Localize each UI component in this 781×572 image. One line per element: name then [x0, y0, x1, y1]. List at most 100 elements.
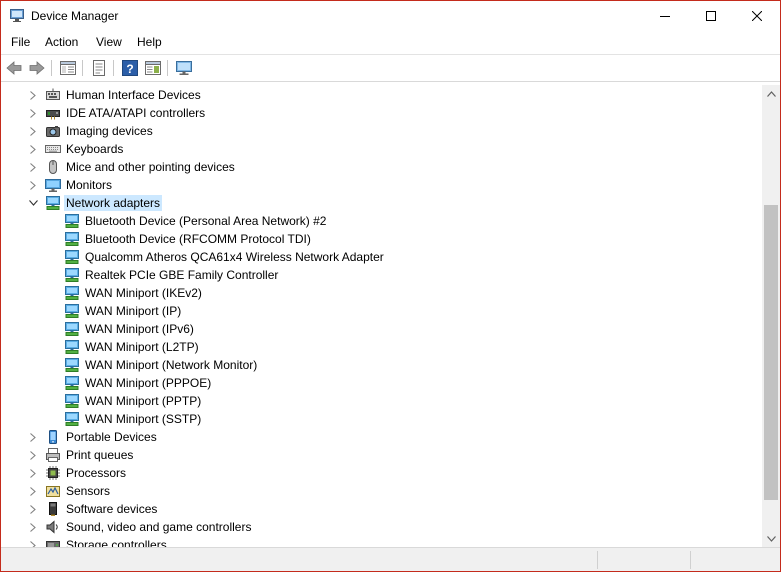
close-icon [752, 11, 762, 21]
scroll-thumb[interactable] [764, 205, 778, 500]
tree-node-label: Bluetooth Device (Personal Area Network)… [85, 214, 327, 228]
network-adapter-icon [65, 394, 79, 408]
tree-device-row[interactable]: WAN Miniport (IKEv2) [1, 284, 762, 302]
tree-category-row[interactable]: Sensors [1, 482, 762, 500]
minimize-button[interactable] [642, 1, 688, 31]
tree-category-row[interactable]: Storage controllers [1, 536, 762, 547]
chevron-right-icon[interactable] [27, 539, 39, 547]
chevron-right-icon[interactable] [27, 467, 39, 479]
tree-device-row[interactable]: WAN Miniport (L2TP) [1, 338, 762, 356]
tree-device-row[interactable]: Realtek PCIe GBE Family Controller [1, 266, 762, 284]
close-button[interactable] [734, 1, 780, 31]
tree-category-row[interactable]: Print queues [1, 446, 762, 464]
network-adapter-icon [65, 340, 79, 354]
network-adapter-icon [65, 376, 79, 390]
tree-device-row[interactable]: WAN Miniport (PPPOE) [1, 374, 762, 392]
network-adapter-icon [65, 268, 79, 282]
tree-node-label: Qualcomm Atheros QCA61x4 Wireless Networ… [85, 250, 384, 264]
tree-category-row[interactable]: Software devices [1, 500, 762, 518]
tree-node-label: Portable Devices [66, 430, 157, 444]
chevron-right-icon[interactable] [27, 107, 39, 119]
back-arrow-icon[interactable] [5, 59, 23, 77]
properties-icon[interactable] [90, 59, 108, 77]
tree-device-row[interactable]: WAN Miniport (IP) [1, 302, 762, 320]
tree-category-row[interactable]: Imaging devices [1, 122, 762, 140]
chevron-right-icon[interactable] [27, 449, 39, 461]
tree-category-row[interactable]: Keyboards [1, 140, 762, 158]
chevron-right-icon[interactable] [27, 485, 39, 497]
tree-category-row[interactable]: Portable Devices [1, 428, 762, 446]
status-divider [690, 551, 691, 569]
network-adapter-icon [65, 214, 79, 228]
status-bar [1, 547, 780, 571]
network-adapter-icon [65, 232, 79, 246]
tree-device-row[interactable]: WAN Miniport (Network Monitor) [1, 356, 762, 374]
tree-category-row[interactable]: Human Interface Devices [1, 86, 762, 104]
maximize-icon [706, 11, 716, 21]
processor-icon [46, 466, 60, 480]
chevron-right-icon[interactable] [27, 143, 39, 155]
tree-device-row[interactable]: Qualcomm Atheros QCA61x4 Wireless Networ… [1, 248, 762, 266]
menu-view[interactable]: View [96, 35, 122, 49]
software-device-icon [49, 502, 57, 516]
tree-node-label: Monitors [66, 178, 113, 192]
sensor-icon [46, 486, 60, 497]
maximize-button[interactable] [688, 1, 734, 31]
tree-device-row[interactable]: Bluetooth Device (Personal Area Network)… [1, 212, 762, 230]
tree-node-label: Sound, video and game controllers [66, 520, 252, 534]
chevron-right-icon[interactable] [27, 503, 39, 515]
chevron-right-icon[interactable] [27, 179, 39, 191]
chevron-right-icon[interactable] [27, 125, 39, 137]
forward-arrow-icon[interactable] [28, 59, 46, 77]
chevron-down-icon[interactable] [27, 197, 39, 209]
speaker-icon [46, 520, 58, 534]
title-bar[interactable]: Device Manager [1, 1, 780, 31]
tree-category-row[interactable]: Sound, video and game controllers [1, 518, 762, 536]
menu-action[interactable]: Action [45, 35, 78, 49]
tree-node-label: Storage controllers [66, 538, 167, 547]
tree-node-label: Realtek PCIe GBE Family Controller [85, 268, 279, 282]
tree-node-label: Sensors [66, 484, 111, 498]
tree-category-row[interactable]: IDE ATA/ATAPI controllers [1, 104, 762, 122]
tree-node-label: WAN Miniport (IP) [85, 304, 182, 318]
menu-help[interactable]: Help [137, 35, 162, 49]
tree-device-row[interactable]: Bluetooth Device (RFCOMM Protocol TDI) [1, 230, 762, 248]
show-hide-console-tree-icon[interactable] [59, 59, 77, 77]
tree-category-row[interactable]: Mice and other pointing devices [1, 158, 762, 176]
printer-icon [46, 448, 60, 462]
network-adapter-icon [65, 286, 79, 300]
tree-node-label: IDE ATA/ATAPI controllers [66, 106, 206, 120]
tree-device-row[interactable]: WAN Miniport (IPv6) [1, 320, 762, 338]
scroll-down-button[interactable] [762, 530, 780, 547]
tree-node-label: Software devices [66, 502, 158, 516]
tree-device-row[interactable]: WAN Miniport (SSTP) [1, 410, 762, 428]
chevron-right-icon[interactable] [27, 161, 39, 173]
chevron-right-icon[interactable] [27, 521, 39, 533]
action-pane-icon[interactable] [144, 59, 162, 77]
mouse-icon [49, 160, 57, 174]
tree-node-label: WAN Miniport (PPTP) [85, 394, 202, 408]
tree-category-row[interactable]: Monitors [1, 176, 762, 194]
network-adapter-icon [65, 412, 79, 426]
storage-controller-icon [46, 541, 60, 547]
monitor-icon[interactable] [175, 59, 193, 77]
tree-device-row[interactable]: WAN Miniport (PPTP) [1, 392, 762, 410]
tree-node-label: Keyboards [66, 142, 124, 156]
help-icon[interactable]: ? [121, 59, 139, 77]
tree-category-row[interactable]: Processors [1, 464, 762, 482]
vertical-scrollbar[interactable] [762, 85, 780, 547]
tree-node-label: Bluetooth Device (RFCOMM Protocol TDI) [85, 232, 311, 246]
menu-file[interactable]: File [11, 35, 30, 49]
chevron-right-icon[interactable] [27, 431, 39, 443]
tree-node-label: WAN Miniport (IKEv2) [85, 286, 202, 300]
scroll-up-button[interactable] [762, 85, 780, 102]
network-adapter-icon [65, 358, 79, 372]
tree-node-label: Imaging devices [66, 124, 153, 138]
device-tree[interactable]: Human Interface Devices IDE ATA/ATAPI con… [1, 85, 762, 547]
chevron-right-icon[interactable] [27, 89, 39, 101]
camera-icon [46, 126, 60, 137]
tree-node-label: WAN Miniport (Network Monitor) [85, 358, 258, 372]
minimize-icon [660, 16, 670, 17]
tree-category-row[interactable]: Network adapters [1, 194, 762, 212]
tree-node-label: Processors [66, 466, 127, 480]
